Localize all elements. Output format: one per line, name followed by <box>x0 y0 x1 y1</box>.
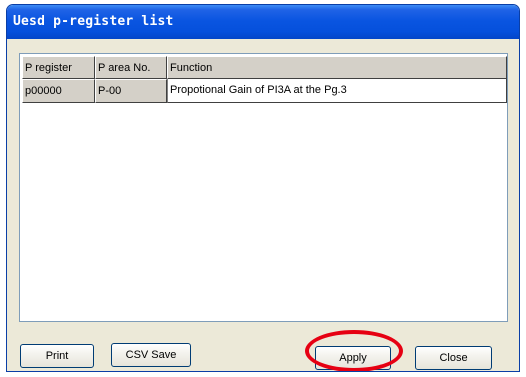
column-header-p-register[interactable]: P register <box>22 56 95 79</box>
csv-save-button[interactable]: CSV Save <box>111 343 191 367</box>
cell-p-area-no[interactable]: P-00 <box>95 79 167 103</box>
table-row[interactable]: p00000 P-00 Propotional Gain of PI3A at … <box>22 79 507 103</box>
dialog-window: Uesd p-register list P register P area N… <box>6 4 520 372</box>
print-button[interactable]: Print <box>20 344 94 368</box>
dialog-body: P register P area No. Function p00000 P-… <box>10 39 516 371</box>
table-header-row: P register P area No. Function <box>22 56 507 79</box>
apply-button[interactable]: Apply <box>315 346 391 370</box>
column-header-function[interactable]: Function <box>167 56 507 79</box>
window-title: Uesd p-register list <box>13 14 174 29</box>
close-button[interactable]: Close <box>415 346 492 370</box>
cell-p-register[interactable]: p00000 <box>22 79 95 103</box>
title-bar[interactable]: Uesd p-register list <box>7 5 519 39</box>
cell-function[interactable]: Propotional Gain of PI3A at the Pg.3 <box>167 79 507 103</box>
p-register-table[interactable]: P register P area No. Function p00000 P-… <box>19 53 508 322</box>
column-header-p-area-no[interactable]: P area No. <box>95 56 167 79</box>
